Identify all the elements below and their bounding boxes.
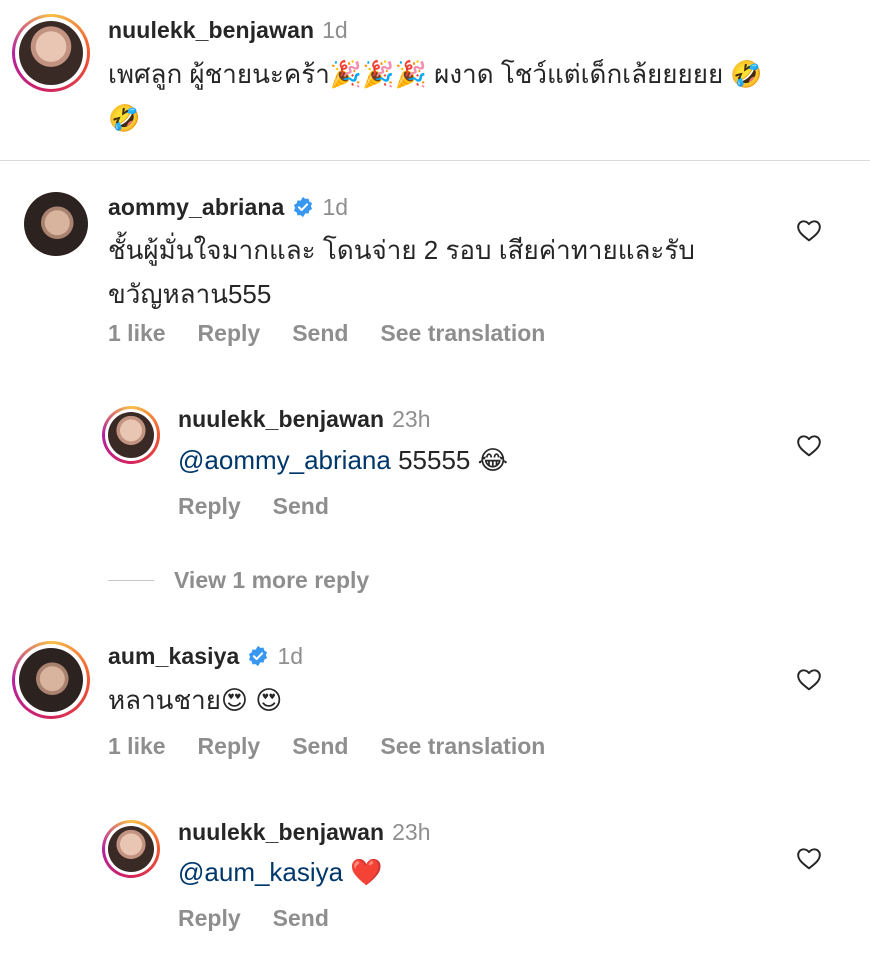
avatar-story-ring[interactable] (102, 406, 160, 464)
comment-username[interactable]: aommy_abriana (108, 194, 284, 220)
avatar-story-ring[interactable] (12, 14, 90, 92)
divider (0, 160, 870, 161)
avatar[interactable] (24, 192, 88, 256)
reply-actions: Reply Send (178, 493, 361, 520)
view-more-line (108, 580, 154, 581)
reply-username[interactable]: nuulekk_benjawan (178, 819, 384, 845)
avatar-story-ring[interactable] (12, 641, 90, 719)
reply-time: 23h (392, 406, 431, 432)
reply-actions: Reply Send (178, 905, 361, 932)
reply-button[interactable]: Reply (198, 733, 261, 759)
see-translation-button[interactable]: See translation (380, 320, 545, 346)
view-more-replies-button[interactable]: View 1 more reply (174, 567, 369, 594)
send-button[interactable]: Send (292, 320, 348, 346)
reply-button[interactable]: Reply (198, 320, 261, 346)
comment-text: หลานชาย😍 😍 (108, 685, 283, 715)
reply-button[interactable]: Reply (178, 493, 241, 519)
verified-badge-icon (294, 196, 313, 218)
reply-text: @aommy_abriana 55555 😂 (178, 445, 508, 475)
comment-username[interactable]: aum_kasiya (108, 643, 239, 669)
comment-username[interactable]: nuulekk_benjawan (108, 17, 314, 43)
comment-actions: 1 like Reply Send See translation (108, 320, 577, 347)
send-button[interactable]: Send (292, 733, 348, 759)
reply-time: 23h (392, 819, 431, 845)
reply-button[interactable]: Reply (178, 905, 241, 931)
heart-icon[interactable] (796, 433, 822, 457)
reply-text: @aum_kasiya ❤️ (178, 857, 383, 888)
comment-actions: 1 like Reply Send See translation (108, 733, 577, 760)
avatar (19, 21, 83, 85)
comment-text: ชั้นผู้มั่นใจมากและ โดนจ่าย 2 รอบ เสียค่… (108, 235, 695, 309)
mention-link[interactable]: @aum_kasiya (178, 857, 343, 887)
avatar (108, 412, 154, 458)
avatar (108, 826, 154, 872)
likes-count[interactable]: 1 like (108, 733, 166, 759)
see-translation-button[interactable]: See translation (380, 733, 545, 759)
reply-username[interactable]: nuulekk_benjawan (178, 406, 384, 432)
heart-icon[interactable] (796, 846, 822, 870)
send-button[interactable]: Send (273, 905, 329, 931)
comment-time: 1d (322, 17, 348, 43)
likes-count[interactable]: 1 like (108, 320, 166, 346)
comment-text: เพศลูก ผู้ชายนะคร้า🎉🎉🎉 ผงาด โชว์แต่เด็กเ… (108, 59, 763, 133)
verified-badge-icon (249, 645, 268, 667)
avatar-story-ring[interactable] (102, 820, 160, 878)
mention-link[interactable]: @aommy_abriana (178, 445, 391, 475)
heart-icon[interactable] (796, 218, 822, 242)
comment-time: 1d (277, 643, 304, 669)
send-button[interactable]: Send (273, 493, 329, 519)
heart-icon[interactable] (796, 667, 822, 691)
comment-time: 1d (322, 194, 349, 220)
avatar (19, 648, 83, 712)
